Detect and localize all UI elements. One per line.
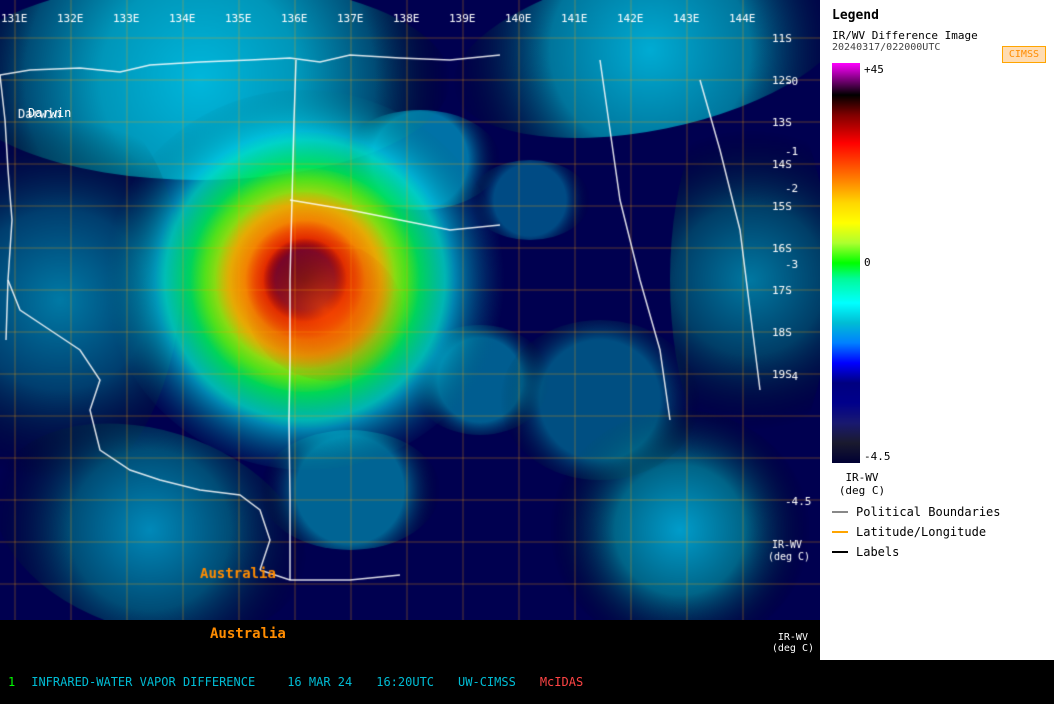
legend-item-labels: Labels: [832, 545, 1042, 559]
irwv-bottom-label: IR-WV(deg C): [772, 632, 814, 654]
satellite-canvas: [0, 0, 820, 620]
legend-item-political: Political Boundaries: [832, 505, 1042, 519]
darwin-label: Darwin: [28, 106, 71, 120]
color-bar-section: +45 0 -4.5: [832, 63, 1042, 463]
status-bar: 1 INFRARED-WATER VAPOR DIFFERENCE 16 MAR…: [0, 660, 820, 704]
political-label: Political Boundaries: [856, 505, 1001, 519]
status-software: McIDAS: [540, 675, 583, 689]
color-label-0: 0: [864, 256, 891, 269]
color-label-bottom: -4.5: [864, 450, 891, 463]
main-container: Darwin Australia IR-WV(deg C) 1 INFRARED…: [0, 0, 1054, 704]
status-number: 1: [8, 675, 15, 689]
latlon-label: Latitude/Longitude: [856, 525, 986, 539]
political-dash: [832, 511, 848, 513]
status-main-label: INFRARED-WATER VAPOR DIFFERENCE: [31, 675, 255, 689]
legend-title: Legend: [820, 0, 1054, 27]
labels-dash: [832, 551, 848, 553]
color-label-top: +45: [864, 63, 891, 76]
color-scale-labels: +45 0 -4.5: [860, 63, 895, 463]
legend-items: Political Boundaries Latitude/Longitude …: [820, 497, 1054, 573]
labels-label: Labels: [856, 545, 899, 559]
irwv-legend-label: IR-WV(deg C): [832, 471, 892, 497]
legend-panel: Legend CIMSS IR/WV Difference Image 2024…: [820, 0, 1054, 660]
latlon-dash: [832, 531, 848, 533]
status-date: 16 MAR 24: [287, 675, 352, 689]
color-bar: [832, 63, 860, 463]
cimss-logo: CIMSS: [1002, 46, 1046, 63]
australia-label: Australia: [210, 626, 286, 642]
status-time: 16:20UTC: [376, 675, 434, 689]
satellite-panel: Darwin Australia IR-WV(deg C) 1 INFRARED…: [0, 0, 820, 704]
status-source: UW-CIMSS: [458, 675, 516, 689]
legend-item-latlon: Latitude/Longitude: [832, 525, 1042, 539]
